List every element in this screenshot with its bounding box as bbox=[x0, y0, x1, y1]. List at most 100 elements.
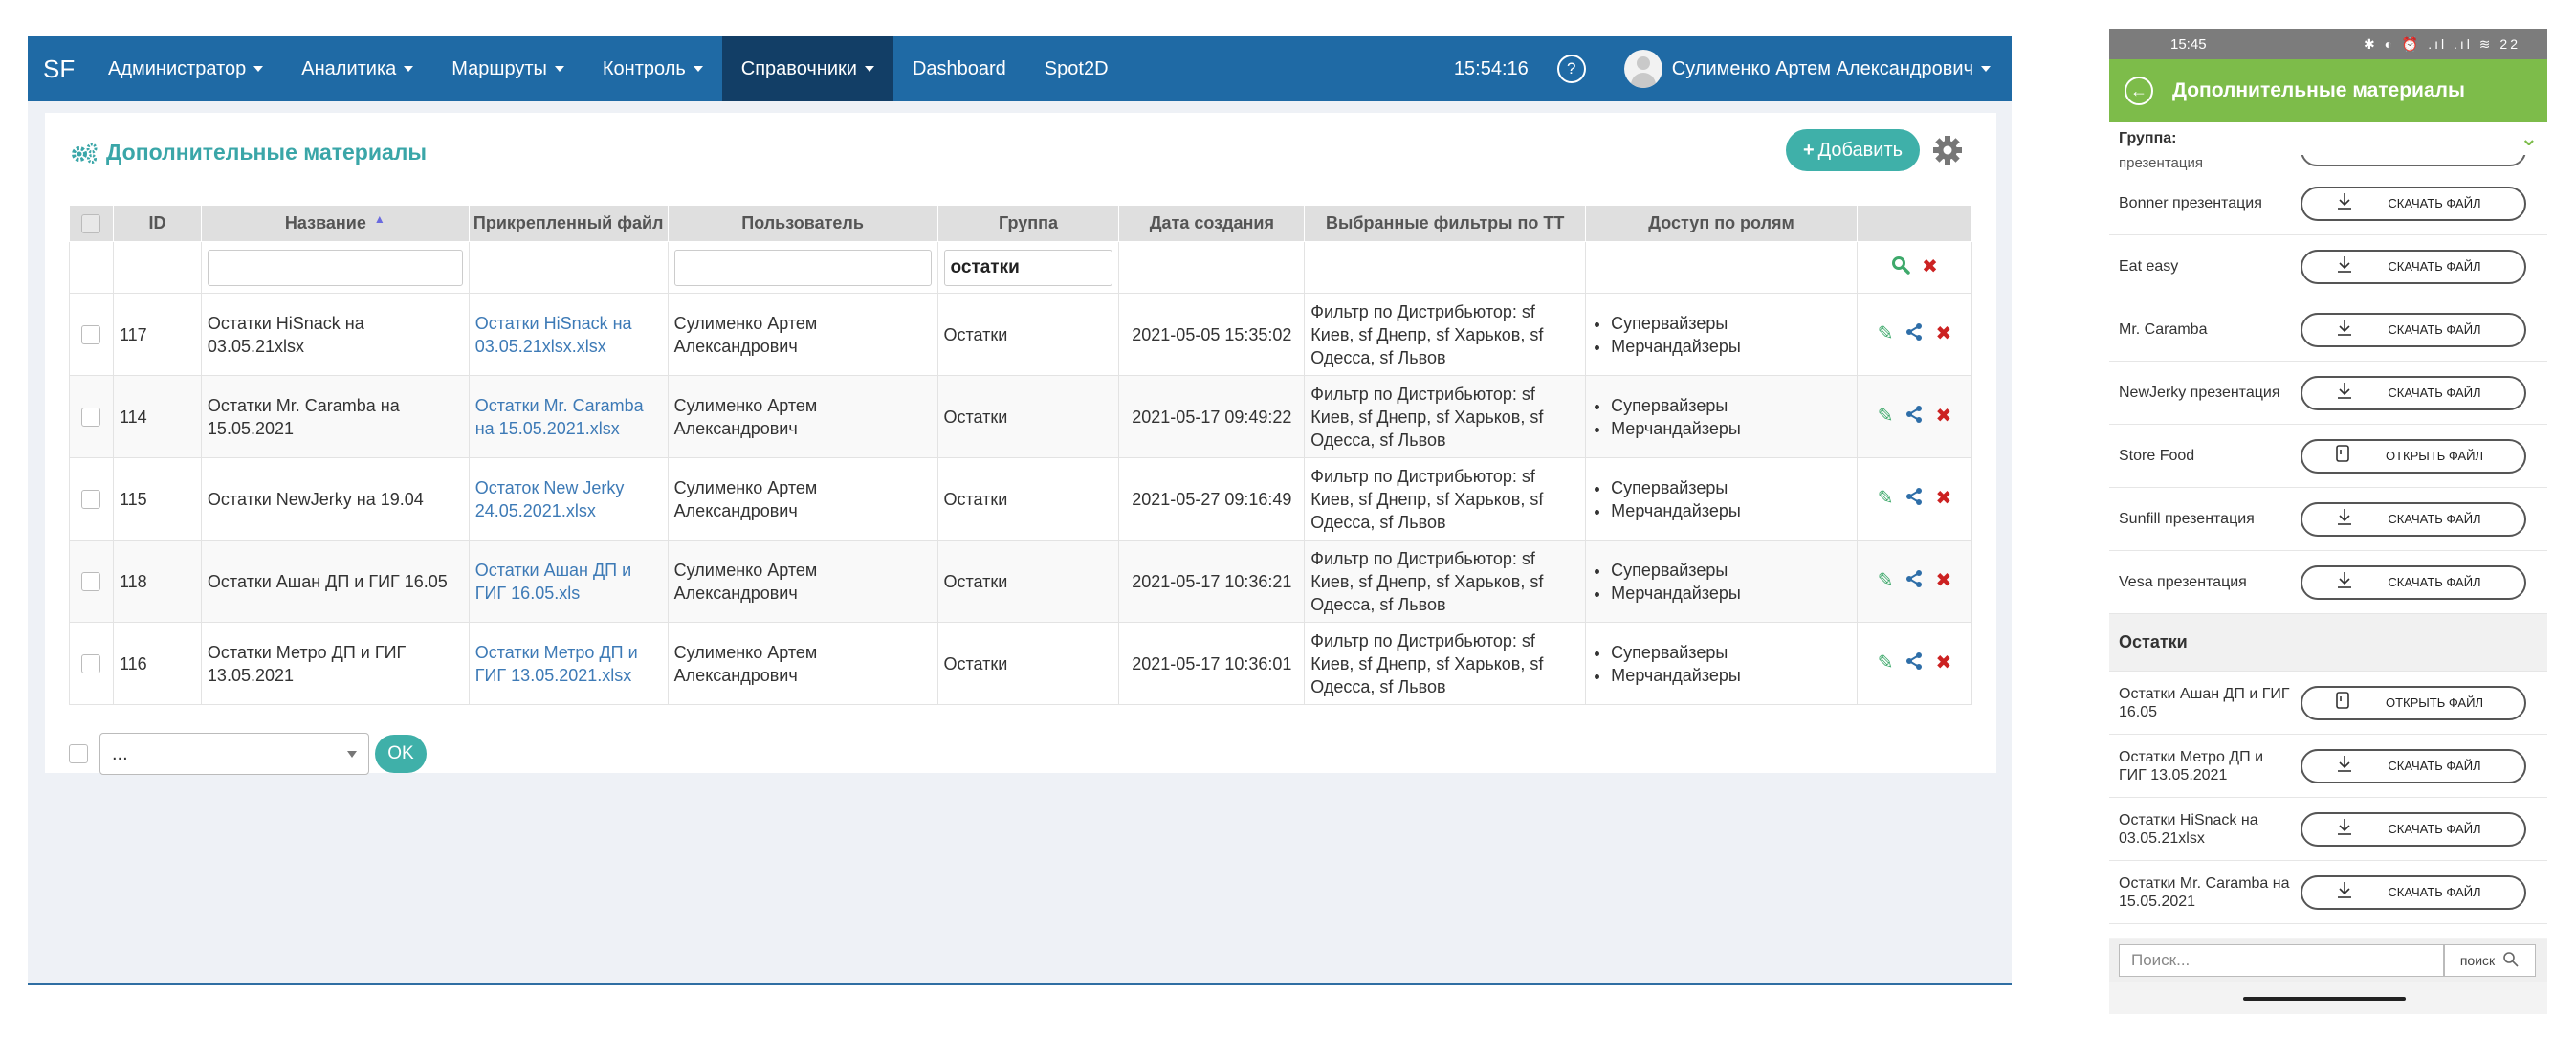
desktop-window: SF Администратор Аналитика Маршруты Контрол… bbox=[28, 36, 2012, 985]
download-button[interactable]: СКАЧАТЬ ФАЙЛ bbox=[2301, 186, 2526, 221]
status-icons: ✱ ◐ ⏰ .ıl .ıl ≋ 22 bbox=[2363, 35, 2521, 52]
download-button[interactable]: СКАЧАТЬ ФАЙЛ bbox=[2301, 874, 2526, 910]
ok-button[interactable]: OK bbox=[375, 735, 427, 773]
clock: 15:54:16 bbox=[1453, 57, 1529, 79]
edit-icon[interactable]: ✎ bbox=[1878, 487, 1894, 512]
delete-icon[interactable]: ✖ bbox=[1935, 487, 1951, 512]
cell-roles: Супервайзеры Мерчандайзеры bbox=[1585, 622, 1858, 705]
file-button-label: СКАЧАТЬ ФАЙЛ bbox=[2388, 512, 2481, 526]
chevron-down-icon bbox=[253, 66, 264, 72]
header-user[interactable]: Пользователь bbox=[667, 205, 938, 242]
cell-name: Остатки HiSnack на 03.05.21xlsx bbox=[200, 293, 470, 376]
download-icon bbox=[2335, 570, 2364, 595]
cell-filters: Фильтр по Дистрибьютор: sf Киев, sf Днеп… bbox=[1304, 457, 1587, 541]
download-button[interactable]: СКАЧАТЬ ФАЙЛ bbox=[2301, 375, 2526, 410]
search-icon[interactable] bbox=[1891, 255, 1910, 280]
download-icon bbox=[2335, 507, 2364, 532]
share-icon[interactable] bbox=[1904, 487, 1924, 512]
clear-filter-icon[interactable]: ✖ bbox=[1922, 255, 1938, 280]
header-date[interactable]: Дата создания bbox=[1118, 205, 1306, 242]
download-button[interactable]: СКАЧАТЬ ФАЙЛ bbox=[2301, 312, 2526, 347]
header-group[interactable]: Группа bbox=[936, 205, 1120, 242]
download-button[interactable]: СКАЧАТЬ ФАЙЛ bbox=[2301, 249, 2526, 284]
download-button[interactable]: СКАЧАТЬ ФАЙЛ bbox=[2301, 501, 2526, 537]
back-arrow-icon[interactable]: ← bbox=[2125, 77, 2153, 105]
open-file-button[interactable]: ОТКРЫТЬ ФАЙЛ bbox=[2301, 685, 2526, 720]
file-link[interactable]: Остатки Метро ДП и ГИГ 13.05.2021.xlsx bbox=[475, 643, 638, 685]
open-file-button[interactable]: ОТКРЫТЬ ФАЙЛ bbox=[2301, 438, 2526, 474]
row-checkbox[interactable] bbox=[81, 489, 101, 509]
cell-date: 2021-05-17 10:36:01 bbox=[1118, 622, 1306, 705]
search-input[interactable]: Поиск... bbox=[2119, 944, 2444, 977]
header-id[interactable]: ID bbox=[112, 205, 202, 242]
group-filter-input[interactable]: остатки bbox=[943, 249, 1113, 286]
list-item: Bonner презентация СКАЧАТЬ ФАЙЛ bbox=[2109, 172, 2547, 235]
nav-item-5[interactable]: Dashboard bbox=[893, 36, 1025, 101]
download-button[interactable] bbox=[2301, 155, 2526, 166]
name-filter-input[interactable] bbox=[207, 249, 463, 286]
file-link[interactable]: Остатки Mr. Caramba на 15.05.2021.xlsx bbox=[475, 396, 644, 438]
row-select-cell bbox=[69, 622, 114, 705]
download-button[interactable]: СКАЧАТЬ ФАЙЛ bbox=[2301, 564, 2526, 600]
share-icon[interactable] bbox=[1904, 405, 1924, 430]
header-file[interactable]: Прикрепленный файл bbox=[468, 205, 669, 242]
cell-id: 116 bbox=[112, 622, 202, 705]
delete-icon[interactable]: ✖ bbox=[1935, 569, 1951, 594]
search-button[interactable]: поиск bbox=[2444, 944, 2536, 977]
cell-id: 115 bbox=[112, 457, 202, 541]
row-checkbox[interactable] bbox=[81, 571, 101, 591]
nav-item-6[interactable]: Spot2D bbox=[1025, 36, 1128, 101]
select-all-checkbox[interactable] bbox=[81, 213, 101, 233]
brand-logo[interactable]: SF bbox=[28, 55, 89, 84]
nav-item-2[interactable]: Маршруты bbox=[432, 36, 583, 101]
row-checkbox[interactable] bbox=[81, 653, 101, 673]
download-button[interactable]: СКАЧАТЬ ФАЙЛ bbox=[2301, 811, 2526, 847]
page-title: Дополнительные материалы bbox=[70, 140, 427, 165]
file-link[interactable]: Остаток New Jerky 24.05.2021.xlsx bbox=[475, 478, 625, 520]
share-icon[interactable] bbox=[1904, 569, 1924, 594]
help-icon[interactable]: ? bbox=[1556, 55, 1586, 83]
row-checkbox[interactable] bbox=[81, 407, 101, 427]
file-link[interactable]: Остатки Ашан ДП и ГИГ 16.05.xls bbox=[475, 561, 631, 603]
gear-icon[interactable] bbox=[1931, 134, 1964, 171]
header-filters[interactable]: Выбранные фильтры по ТТ bbox=[1304, 205, 1587, 242]
file-link[interactable]: Остатки HiSnack на 03.05.21xlsx.xlsx bbox=[475, 314, 632, 356]
delete-icon[interactable]: ✖ bbox=[1935, 322, 1951, 347]
list-item: Остатки NewJerky на 19.04 СКАЧАТЬ ФАЙЛ bbox=[2109, 924, 2547, 938]
header-roles[interactable]: Доступ по ролям bbox=[1585, 205, 1858, 242]
chevron-down-icon: ⌄ bbox=[2520, 126, 2538, 150]
delete-icon[interactable]: ✖ bbox=[1935, 651, 1951, 676]
edit-icon[interactable]: ✎ bbox=[1878, 322, 1894, 347]
header-name[interactable]: Название ▲ bbox=[200, 205, 470, 242]
nav-item-1[interactable]: Аналитика bbox=[282, 36, 432, 101]
list-item-label: Bonner презентация bbox=[2119, 195, 2262, 211]
bulk-action-select[interactable]: ... bbox=[99, 733, 369, 775]
user-menu[interactable]: Сулименко Артем Александрович bbox=[1623, 50, 2012, 88]
share-icon[interactable] bbox=[1904, 322, 1924, 347]
nav-item-4[interactable]: Справочники bbox=[721, 36, 893, 101]
cell-filters: Фильтр по Дистрибьютор: sf Киев, sf Днеп… bbox=[1304, 375, 1587, 458]
filter-row: остатки ✖ bbox=[69, 241, 1973, 294]
list-item-label: Остатки HiSnack на 03.05.21xlsx bbox=[2119, 811, 2258, 847]
nav-item-3[interactable]: Контроль bbox=[583, 36, 722, 101]
add-button[interactable]: + Добавить bbox=[1786, 129, 1920, 171]
edit-icon[interactable]: ✎ bbox=[1878, 569, 1894, 594]
download-button[interactable]: СКАЧАТЬ ФАЙЛ bbox=[2301, 748, 2526, 783]
delete-icon[interactable]: ✖ bbox=[1935, 405, 1951, 430]
cell-id: 118 bbox=[112, 540, 202, 623]
download-icon bbox=[2335, 817, 2364, 842]
row-checkbox[interactable] bbox=[81, 324, 101, 344]
edit-icon[interactable]: ✎ bbox=[1878, 651, 1894, 676]
nav-item-0[interactable]: Администратор bbox=[89, 36, 282, 101]
group-selector[interactable]: Группа: ⌄ bbox=[2109, 122, 2547, 155]
bulk-select-checkbox[interactable] bbox=[69, 744, 88, 763]
role-item: Супервайзеры bbox=[1611, 394, 1851, 417]
plus-icon: + bbox=[1802, 139, 1815, 161]
nav-menu: Администратор Аналитика Маршруты Контроль Сп… bbox=[89, 36, 1128, 101]
edit-icon[interactable]: ✎ bbox=[1878, 405, 1894, 430]
search-button-label: поиск bbox=[2459, 953, 2496, 968]
share-icon[interactable] bbox=[1904, 651, 1924, 676]
gears-icon bbox=[72, 143, 98, 164]
user-filter-input[interactable] bbox=[673, 249, 932, 286]
roles-list: Супервайзеры Мерчандайзеры bbox=[1592, 394, 1851, 440]
